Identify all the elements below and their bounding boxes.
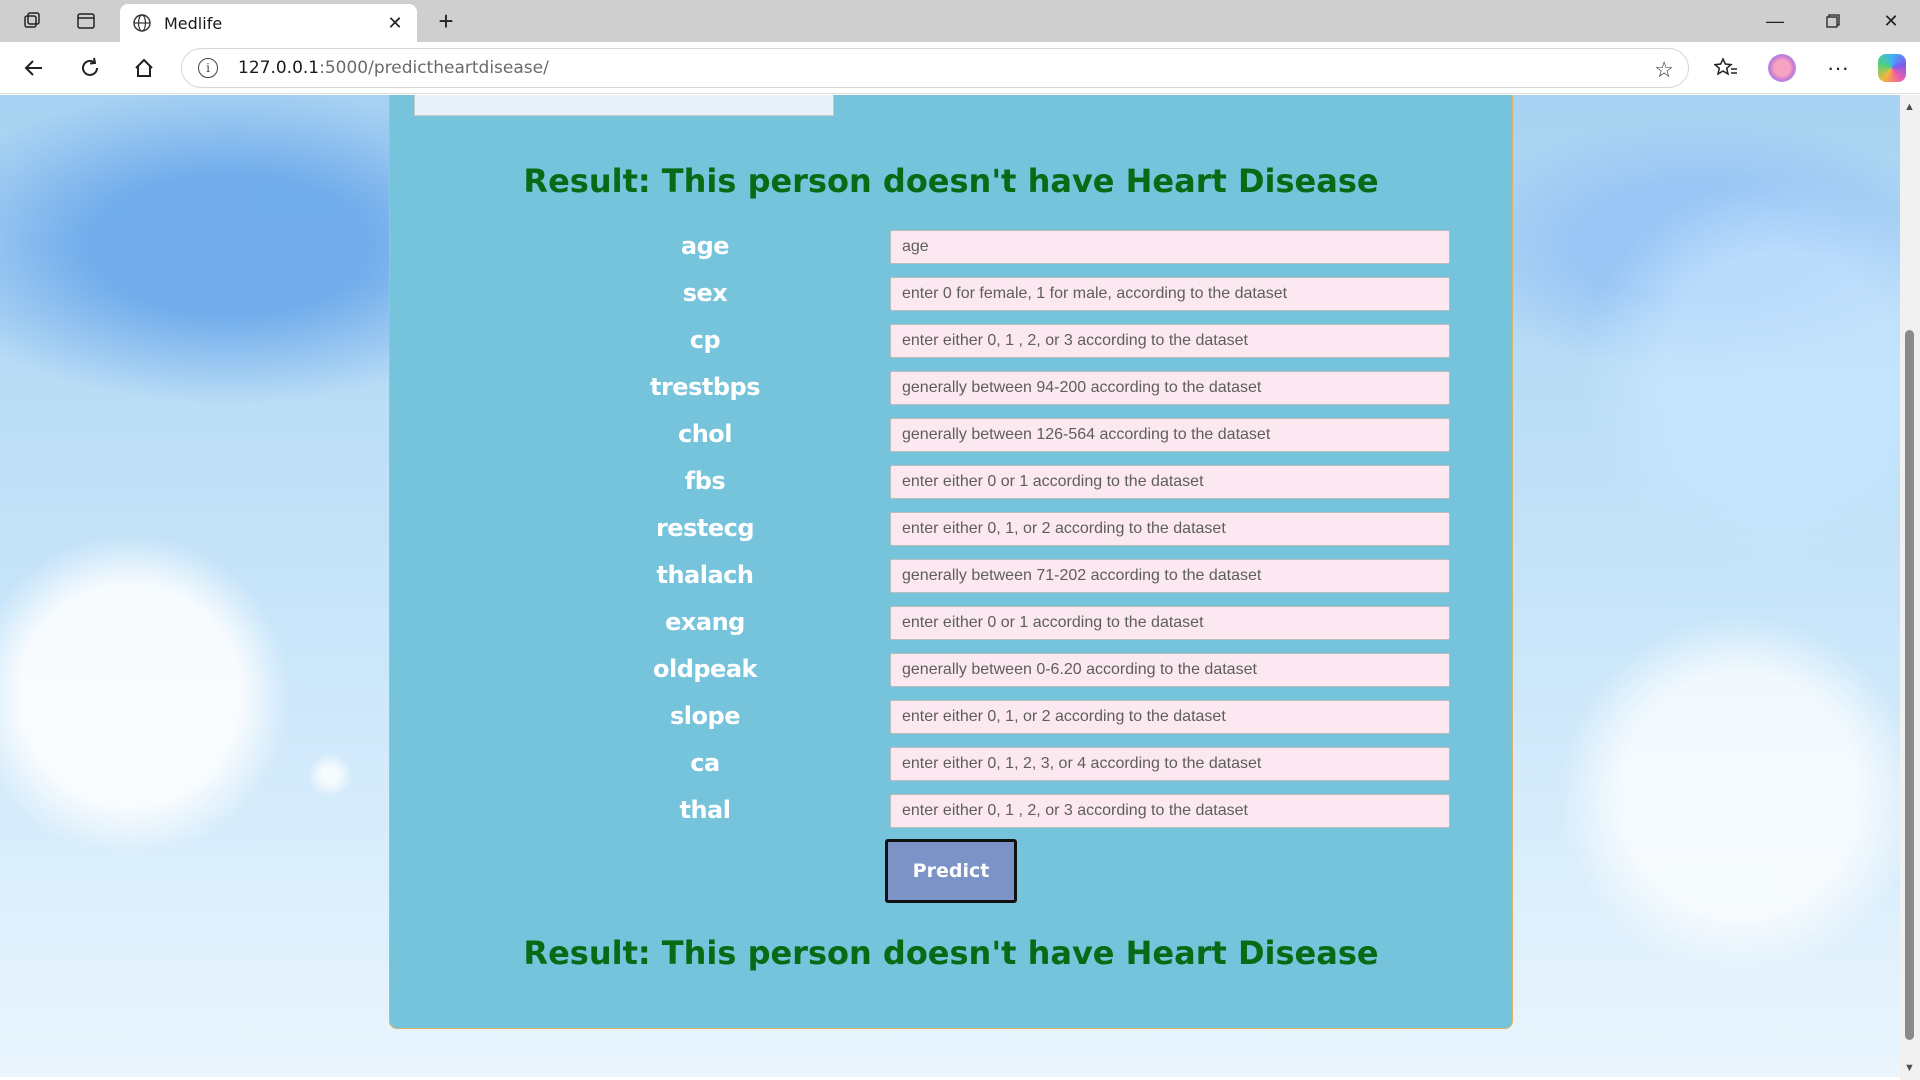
- field-label-oldpeak: oldpeak: [652, 655, 758, 683]
- result-heading-top: Result: This person doesn't have Heart D…: [523, 162, 1379, 200]
- form-row-slope: slope: [390, 700, 1512, 736]
- form-legend: Please Provide The Details: [414, 95, 834, 116]
- sex-input[interactable]: [890, 277, 1450, 311]
- thal-input[interactable]: [890, 794, 1450, 828]
- minimize-icon[interactable]: —: [1746, 0, 1804, 42]
- url-host: 127.0.0.1: [238, 58, 320, 78]
- restore-icon[interactable]: [1804, 0, 1862, 42]
- refresh-icon[interactable]: [70, 50, 110, 86]
- thalach-input[interactable]: [890, 559, 1450, 593]
- field-label-thal: thal: [679, 796, 731, 824]
- field-label-exang: exang: [665, 608, 745, 636]
- page-scrollbar[interactable]: ▲ ▼: [1900, 95, 1920, 1080]
- url-path: :5000/predictheartdisease/: [319, 58, 549, 78]
- form-row-thalach: thalach: [390, 559, 1512, 595]
- field-label-trestbps: trestbps: [650, 373, 761, 401]
- form-row-oldpeak: oldpeak: [390, 653, 1512, 689]
- predict-button[interactable]: Predict: [885, 839, 1017, 903]
- details-form-card: Please Provide The Details Result: This …: [389, 95, 1513, 1029]
- form-row-exang: exang: [390, 606, 1512, 642]
- exang-input[interactable]: [890, 606, 1450, 640]
- profile-avatar[interactable]: [1768, 54, 1796, 82]
- trestbps-input[interactable]: [890, 371, 1450, 405]
- form-row-chol: chol: [390, 418, 1512, 454]
- back-icon[interactable]: [14, 50, 54, 86]
- tab-bar: Medlife ✕ + — ✕: [0, 0, 1920, 42]
- site-info-icon[interactable]: i: [198, 58, 218, 78]
- scroll-up-icon[interactable]: ▲: [1904, 101, 1915, 113]
- form-row-thal: thal: [390, 794, 1512, 830]
- ca-input[interactable]: [890, 747, 1450, 781]
- scroll-down-icon[interactable]: ▼: [1904, 1062, 1915, 1074]
- field-label-sex: sex: [682, 279, 728, 307]
- close-window-icon[interactable]: ✕: [1862, 0, 1920, 42]
- copilot-icon[interactable]: [1878, 54, 1906, 82]
- form-row-age: age: [390, 230, 1512, 266]
- form-row-restecg: restecg: [390, 512, 1512, 548]
- favorites-icon[interactable]: [1706, 50, 1746, 86]
- field-label-thalach: thalach: [656, 561, 755, 589]
- field-label-fbs: fbs: [684, 467, 726, 495]
- slope-input[interactable]: [890, 700, 1450, 734]
- browser-tab[interactable]: Medlife ✕: [120, 4, 417, 42]
- close-tab-icon[interactable]: ✕: [385, 13, 405, 34]
- page-viewport: Please Provide The Details Result: This …: [0, 95, 1900, 1077]
- chol-input[interactable]: [890, 418, 1450, 452]
- favorite-star-icon[interactable]: ☆: [1654, 57, 1674, 83]
- result-heading-bottom: Result: This person doesn't have Heart D…: [523, 934, 1379, 972]
- field-label-chol: chol: [677, 420, 733, 448]
- fbs-input[interactable]: [890, 465, 1450, 499]
- field-label-cp: cp: [689, 326, 721, 354]
- form-row-trestbps: trestbps: [390, 371, 1512, 407]
- age-input[interactable]: [890, 230, 1450, 264]
- tab-title: Medlife: [164, 13, 223, 33]
- field-label-restecg: restecg: [655, 514, 755, 542]
- field-label-ca: ca: [690, 749, 720, 777]
- restecg-input[interactable]: [890, 512, 1450, 546]
- form-row-fbs: fbs: [390, 465, 1512, 501]
- globe-icon: [133, 14, 151, 32]
- workspaces-icon[interactable]: [4, 0, 60, 42]
- oldpeak-input[interactable]: [890, 653, 1450, 687]
- form-row-ca: ca: [390, 747, 1512, 783]
- address-bar[interactable]: i 127.0.0.1 :5000/predictheartdisease/ ☆: [181, 48, 1689, 88]
- form-row-cp: cp: [390, 324, 1512, 360]
- field-label-age: age: [680, 232, 730, 260]
- scrollbar-thumb[interactable]: [1905, 330, 1914, 1040]
- form-legend-text: Please Provide The Details: [427, 95, 794, 103]
- more-options-icon[interactable]: ···: [1818, 50, 1858, 86]
- home-icon[interactable]: [124, 50, 164, 86]
- field-label-slope: slope: [670, 702, 740, 730]
- new-tab-button[interactable]: +: [428, 0, 464, 42]
- cp-input[interactable]: [890, 324, 1450, 358]
- tab-actions-icon[interactable]: [58, 0, 114, 42]
- form-row-sex: sex: [390, 277, 1512, 313]
- browser-toolbar: i 127.0.0.1 :5000/predictheartdisease/ ☆…: [0, 42, 1920, 94]
